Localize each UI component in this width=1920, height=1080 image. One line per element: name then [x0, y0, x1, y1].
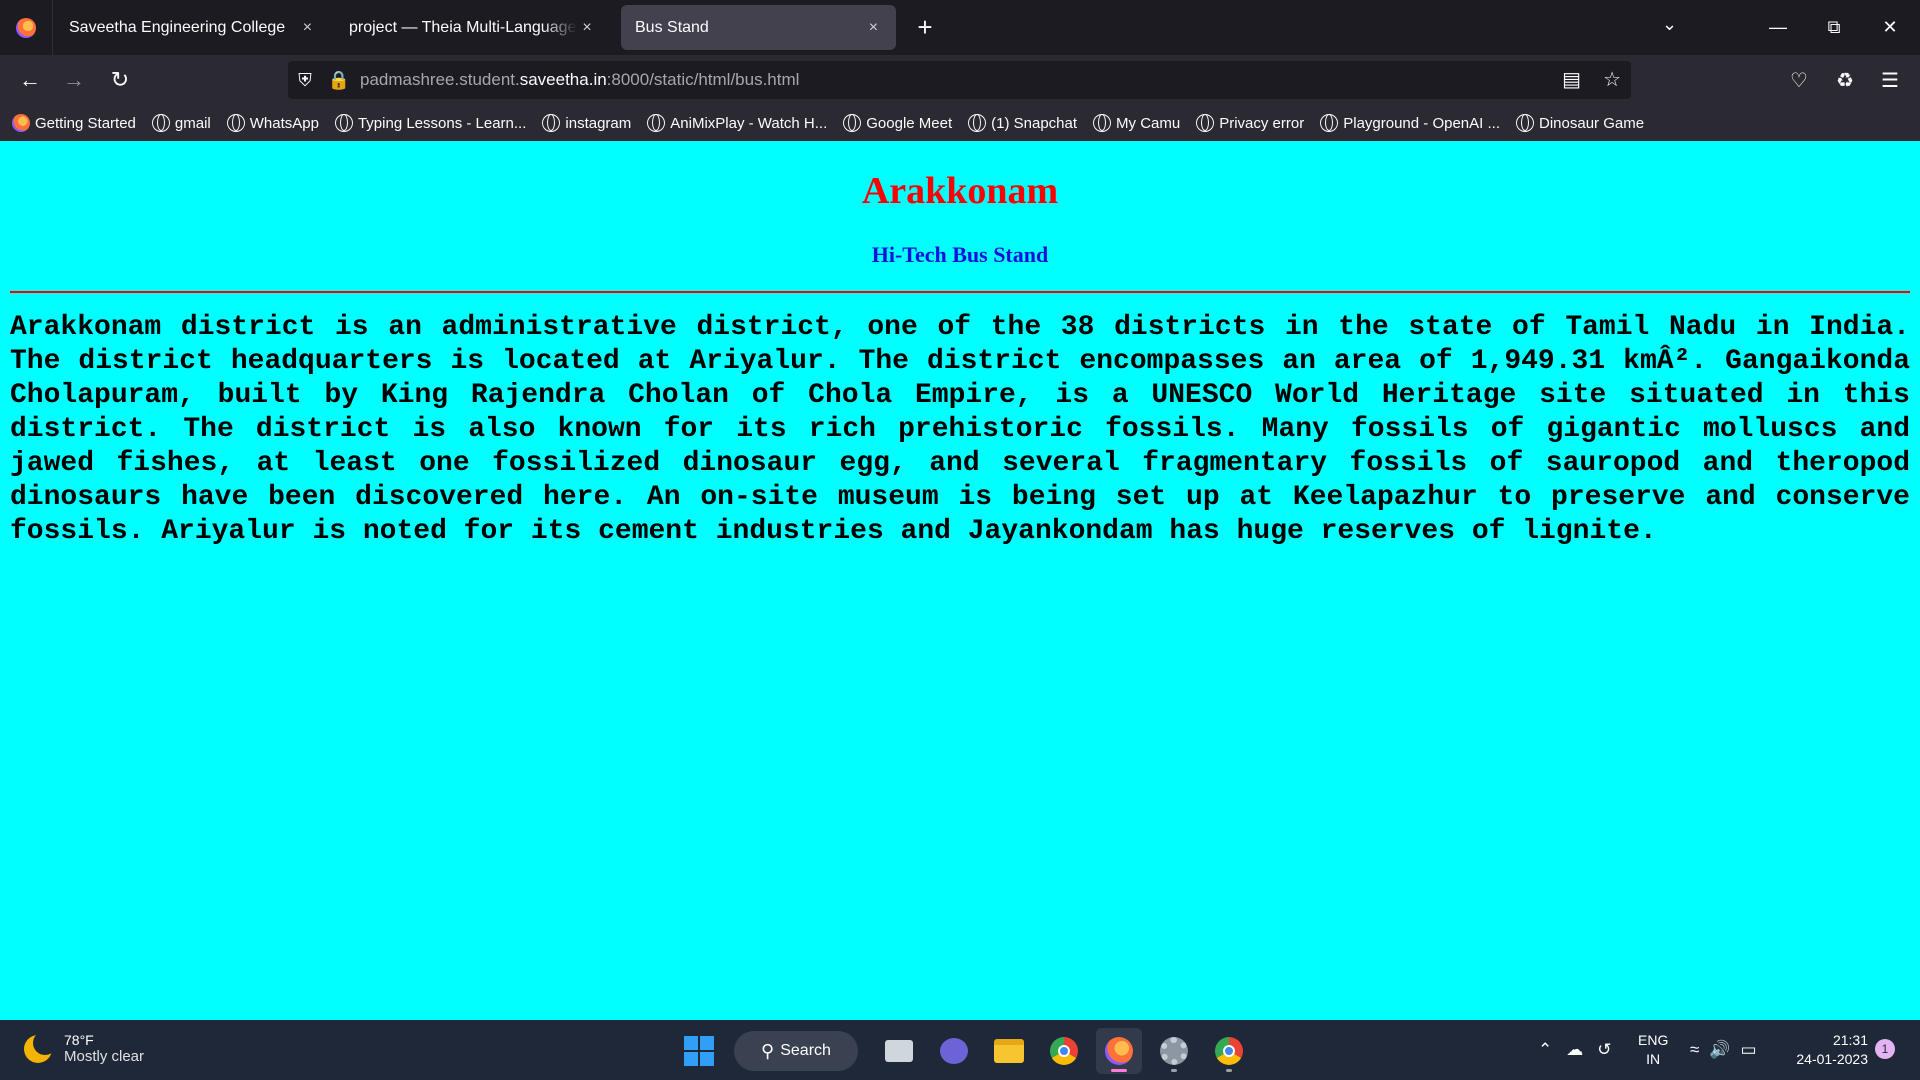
- moon-icon: [24, 1030, 57, 1063]
- horizontal-rule: [10, 291, 1910, 293]
- volume-icon: 🔊: [1709, 1040, 1731, 1059]
- tab-saveetha[interactable]: Saveetha Engineering College ×: [55, 5, 330, 50]
- tab-title: Bus Stand: [635, 18, 709, 36]
- system-tray: ⌃ ☁ ↺: [1538, 1020, 1626, 1080]
- reload-icon[interactable]: ↻: [103, 63, 137, 97]
- weather-widget[interactable]: 78°F Mostly clear: [24, 1030, 145, 1065]
- cloud-icon[interactable]: ☁: [1566, 1040, 1583, 1060]
- new-tab-button[interactable]: +: [910, 12, 940, 42]
- shield-icon[interactable]: ⛨: [288, 70, 322, 91]
- bookmarks-toolbar: Getting Started gmail WhatsApp Typing Le…: [0, 105, 1920, 141]
- description-paragraph: Arakkonam district is an administrative …: [10, 312, 1910, 547]
- quick-settings[interactable]: ≈ 🔊 ▭: [1690, 1020, 1767, 1080]
- teams-chat-icon[interactable]: [931, 1028, 977, 1074]
- close-icon[interactable]: ×: [865, 19, 882, 37]
- chevron-up-icon[interactable]: ⌃: [1538, 1040, 1552, 1060]
- close-icon[interactable]: ×: [578, 19, 596, 37]
- globe-icon: [1196, 114, 1215, 132]
- globe-icon: [843, 114, 862, 132]
- firefox-icon: [16, 17, 36, 38]
- page-content: Arakkonam Hi-Tech Bus Stand Arakkonam di…: [0, 141, 1920, 1020]
- bookmark-snapchat[interactable]: (1) Snapchat: [968, 114, 1077, 132]
- bookmark-star-icon[interactable]: ☆: [1603, 67, 1621, 92]
- bookmark-dinosaur-game[interactable]: Dinosaur Game: [1516, 114, 1644, 132]
- task-view-icon[interactable]: [876, 1028, 922, 1074]
- taskbar-apps: ⚲ Search: [684, 1028, 1261, 1074]
- bookmark-gmail[interactable]: gmail: [151, 114, 211, 132]
- list-all-tabs-icon[interactable]: ⌄: [1662, 14, 1677, 35]
- tab-project[interactable]: project — Theia Multi-Language Ex ×: [335, 5, 610, 50]
- bookmark-typing-lessons[interactable]: Typing Lessons - Learn...: [334, 114, 526, 132]
- extensions-icon[interactable]: ♻: [1828, 63, 1862, 97]
- chrome-profile-icon[interactable]: [1206, 1028, 1252, 1074]
- lock-icon[interactable]: 🔒: [322, 70, 356, 91]
- file-explorer-icon[interactable]: [986, 1028, 1032, 1074]
- back-arrow-icon[interactable]: ←: [13, 63, 47, 97]
- globe-icon: [1093, 114, 1112, 132]
- page-title: Arakkonam: [861, 170, 1059, 212]
- windows-start-icon[interactable]: [684, 1036, 714, 1066]
- battery-icon: ▭: [1740, 1040, 1757, 1059]
- settings-gear-icon[interactable]: [1151, 1028, 1197, 1074]
- taskbar-search-button[interactable]: ⚲ Search: [734, 1031, 858, 1071]
- language-indicator[interactable]: ENG IN: [1638, 1020, 1668, 1080]
- globe-icon: [542, 114, 561, 132]
- globe-icon: [647, 114, 666, 132]
- bookmark-my-camu[interactable]: My Camu: [1093, 114, 1180, 132]
- tab-strip: Saveetha Engineering College × project —…: [0, 0, 1920, 55]
- pocket-icon[interactable]: ♡: [1782, 63, 1816, 97]
- clock[interactable]: 21:31 24-01-2023: [1788, 1020, 1868, 1080]
- sync-icon[interactable]: ↺: [1597, 1040, 1611, 1060]
- globe-icon: [226, 114, 245, 132]
- bookmark-privacy-error[interactable]: Privacy error: [1196, 114, 1304, 132]
- page-subtitle: Hi-Tech Bus Stand: [871, 242, 1049, 267]
- reader-view-icon[interactable]: ▤: [1562, 67, 1581, 92]
- globe-icon: [151, 114, 170, 132]
- globe-icon: [1320, 114, 1339, 132]
- weather-desc: Mostly clear: [64, 1048, 145, 1065]
- tab-title: project — Theia Multi-Language Ex: [349, 18, 577, 36]
- globe-icon: [334, 114, 353, 132]
- close-icon[interactable]: ×: [299, 19, 316, 37]
- bookmark-openai-playground[interactable]: Playground - OpenAI ...: [1320, 114, 1500, 132]
- firefox-view-button[interactable]: [0, 0, 53, 55]
- bookmark-whatsapp[interactable]: WhatsApp: [226, 114, 319, 132]
- restore-icon[interactable]: ⧉: [1806, 0, 1862, 55]
- minimize-icon[interactable]: —: [1750, 0, 1806, 55]
- tab-bus-stand[interactable]: Bus Stand ×: [621, 5, 896, 50]
- search-icon: ⚲: [761, 1040, 775, 1061]
- bookmark-instagram[interactable]: instagram: [542, 114, 631, 132]
- notification-badge[interactable]: 1: [1875, 1039, 1895, 1059]
- url-text[interactable]: padmashree.student.saveetha.in:8000/stat…: [360, 70, 799, 90]
- globe-icon: [1516, 114, 1534, 132]
- taskbar: 78°F Mostly clear ⚲ Search ⌃ ☁ ↺ ENG IN ≈…: [0, 1020, 1920, 1080]
- firefox-icon: [12, 114, 30, 132]
- weather-temp: 78°F: [64, 1032, 94, 1048]
- url-bar[interactable]: ⛨ 🔒 padmashree.student.saveetha.in:8000/…: [288, 61, 1631, 99]
- menu-icon[interactable]: ☰: [1873, 63, 1907, 97]
- navigation-toolbar: ← → ↻ ⛨ 🔒 padmashree.student.saveetha.in…: [0, 55, 1920, 105]
- chrome-icon[interactable]: [1041, 1028, 1087, 1074]
- tab-title: Saveetha Engineering College: [69, 18, 286, 36]
- bookmark-google-meet[interactable]: Google Meet: [843, 114, 952, 132]
- forward-arrow-icon[interactable]: →: [57, 63, 91, 97]
- wifi-icon: ≈: [1690, 1040, 1700, 1059]
- globe-icon: [968, 114, 987, 132]
- bookmark-getting-started[interactable]: Getting Started: [12, 114, 136, 132]
- bookmark-animixplay[interactable]: AniMixPlay - Watch H...: [647, 114, 827, 132]
- window-close-icon[interactable]: ✕: [1862, 0, 1918, 55]
- firefox-taskbar-icon[interactable]: [1096, 1028, 1142, 1074]
